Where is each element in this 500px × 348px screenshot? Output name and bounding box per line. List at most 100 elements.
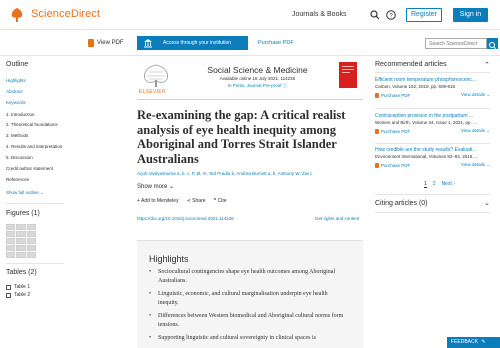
- journal-cover-image[interactable]: [339, 62, 357, 88]
- recommended-title-link[interactable]: Contraception provision in the postpartu…: [375, 113, 490, 119]
- rights-content-link[interactable]: Get rights and content: [315, 216, 359, 221]
- outline-item-highlights[interactable]: Highlights: [6, 78, 26, 83]
- register-button[interactable]: Register: [406, 8, 442, 22]
- outline-sidebar: Outline Highlights Abstract Keywords 1. …: [0, 56, 70, 348]
- view-details-link[interactable]: View details ⌄: [461, 162, 490, 168]
- figure-thumbnail[interactable]: [6, 224, 36, 258]
- share-icon: ⋖: [186, 198, 191, 204]
- cite-button[interactable]: ❞ Cite: [214, 198, 227, 204]
- view-details-link[interactable]: View details ⌄: [461, 92, 490, 98]
- divider: [375, 108, 490, 109]
- highlights-section: Highlights Sociocultural contingencies s…: [137, 240, 363, 348]
- sciencedirect-logo[interactable]: ScienceDirect: [31, 8, 100, 20]
- recommended-item: Efficient room temperature phosphorescen…: [375, 77, 490, 98]
- figures-title: Figures (1): [6, 210, 40, 217]
- outline-title: Outline: [6, 61, 29, 68]
- author-list[interactable]: Arjuh Vaidyashuma a, b, c, P, Ø, ✉, Ted …: [137, 171, 312, 177]
- divider: [375, 194, 490, 195]
- chevron-down-icon: ⌄: [40, 190, 44, 195]
- purchase-pdf-link[interactable]: Purchase PDF: [375, 92, 410, 98]
- citing-articles-title: Citing articles (0): [375, 200, 428, 207]
- outline-item-results[interactable]: 4. Results and interpretation: [6, 144, 62, 149]
- outline-item-keywords[interactable]: Keywords: [6, 100, 26, 105]
- table-icon: [6, 284, 11, 290]
- institution-icon: [144, 39, 152, 48]
- outline-item-discussion[interactable]: 5. Discussion: [6, 155, 33, 160]
- search-icon: [489, 42, 497, 50]
- feedback-button[interactable]: FEEDBACK ✎: [447, 337, 500, 348]
- in-press-label: In Press, Journal Pre-proof: [227, 83, 282, 88]
- divider: [375, 72, 490, 73]
- page-1-button[interactable]: 1: [424, 181, 427, 188]
- highlights-list: Sociocultural contingencies shape eye he…: [149, 268, 349, 348]
- outline-item-references[interactable]: References: [6, 177, 29, 182]
- view-pdf-label: View PDF: [97, 40, 124, 46]
- article-title: Re-examining the gap: A critical realist…: [137, 108, 346, 166]
- view-details-label: View details: [461, 128, 485, 133]
- view-details-link[interactable]: View details ⌄: [461, 128, 490, 134]
- feedback-label: FEEDBACK: [451, 339, 478, 345]
- search-input[interactable]: [425, 38, 487, 49]
- divider: [137, 99, 363, 100]
- access-institution-button[interactable]: Access through your institution: [137, 36, 248, 50]
- chevron-up-icon[interactable]: ⌃: [484, 61, 490, 69]
- recommended-journal: Carbon, Volume 152, 2019, pp. 609-615: [375, 84, 456, 89]
- doi-link[interactable]: https://doi.org/10.1016/j.socscimed.2021…: [137, 216, 234, 221]
- comment-icon: ✎: [481, 339, 486, 345]
- search-icon[interactable]: [370, 10, 380, 20]
- elsevier-tree-logo-icon[interactable]: [8, 6, 26, 24]
- purchase-pdf-link[interactable]: Purchase PDF: [375, 128, 410, 134]
- purchase-pdf-label: Purchase PDF: [381, 128, 411, 134]
- chevron-down-icon: ⌄: [486, 92, 490, 97]
- search-submit-button[interactable]: [487, 38, 498, 50]
- pdf-icon: [375, 162, 379, 168]
- chevron-down-icon[interactable]: ⌄: [484, 199, 490, 207]
- purchase-pdf-link[interactable]: Purchase PDF: [375, 162, 410, 168]
- show-more-label: Show more: [137, 184, 168, 190]
- purchase-pdf-link[interactable]: Purchase PDF: [258, 40, 294, 46]
- chevron-down-icon: ⌄: [486, 162, 490, 167]
- share-button[interactable]: ⋖ Share: [187, 198, 206, 204]
- recommended-title-link[interactable]: Efficient room temperature phosphorescen…: [375, 77, 490, 83]
- journal-title-link[interactable]: Social Science & Medicine: [185, 65, 330, 75]
- tables-title: Tables (2): [6, 269, 37, 276]
- show-more-button[interactable]: Show more ⌄: [137, 183, 174, 190]
- chevron-down-icon: ⌄: [486, 128, 490, 133]
- view-pdf-button[interactable]: View PDF: [88, 39, 124, 47]
- table-link-1[interactable]: Table 1: [6, 284, 30, 290]
- pdf-icon: [88, 39, 94, 47]
- show-full-outline-link[interactable]: Show full outline ⌄: [6, 190, 44, 196]
- next-page-button[interactable]: Next ›: [442, 181, 455, 188]
- table-link-2[interactable]: Table 2: [6, 292, 30, 298]
- add-mendeley-label: Add to Mendeley: [141, 198, 179, 204]
- table-label: Table 2: [14, 292, 31, 298]
- quote-icon: ❞: [213, 198, 217, 204]
- sign-in-button[interactable]: Sign in: [453, 8, 488, 22]
- outline-item-methods[interactable]: 3. Methods: [6, 133, 28, 138]
- site-header: ScienceDirect Journals & Books ? Registe…: [0, 0, 500, 30]
- highlights-title: Highlights: [149, 254, 189, 264]
- article-actions: + Add to Mendeley ⋖ Share ❞ Cite: [137, 198, 227, 204]
- availability-text: Available online 16 July 2021, 114236: [219, 76, 296, 81]
- chevron-down-icon: ⌄: [169, 184, 175, 190]
- outline-item-abstract[interactable]: Abstract: [6, 89, 23, 94]
- outline-item-theoretical[interactable]: 2. Theoretical foundations: [6, 122, 58, 127]
- page-2-button[interactable]: 2: [433, 181, 436, 188]
- chevron-right-icon: ›: [453, 181, 455, 187]
- journals-books-link[interactable]: Journals & Books: [292, 11, 346, 18]
- help-icon[interactable]: ?: [386, 10, 396, 20]
- in-press-link[interactable]: In Press, Journal Pre-proof ⓘ: [185, 83, 330, 89]
- outline-item-introduction[interactable]: 1. Introduction: [6, 112, 35, 117]
- divider: [6, 203, 64, 204]
- article-toolbar: View PDF Access through your institution…: [0, 30, 500, 56]
- share-label: Share: [192, 198, 206, 204]
- recommended-journal: Women and Birth, Volume 34, Issue 1, 202…: [375, 120, 477, 125]
- divider: [6, 263, 64, 264]
- add-mendeley-button[interactable]: + Add to Mendeley: [137, 198, 179, 204]
- outline-item-credit[interactable]: Credit author statement: [6, 166, 53, 171]
- table-label: Table 1: [14, 284, 31, 290]
- publisher-name: ELSEVIER: [139, 89, 166, 95]
- divider: [375, 143, 490, 144]
- recommended-title-link[interactable]: How credible are the study results? Eval…: [375, 147, 490, 153]
- show-full-outline-label: Show full outline: [6, 190, 39, 195]
